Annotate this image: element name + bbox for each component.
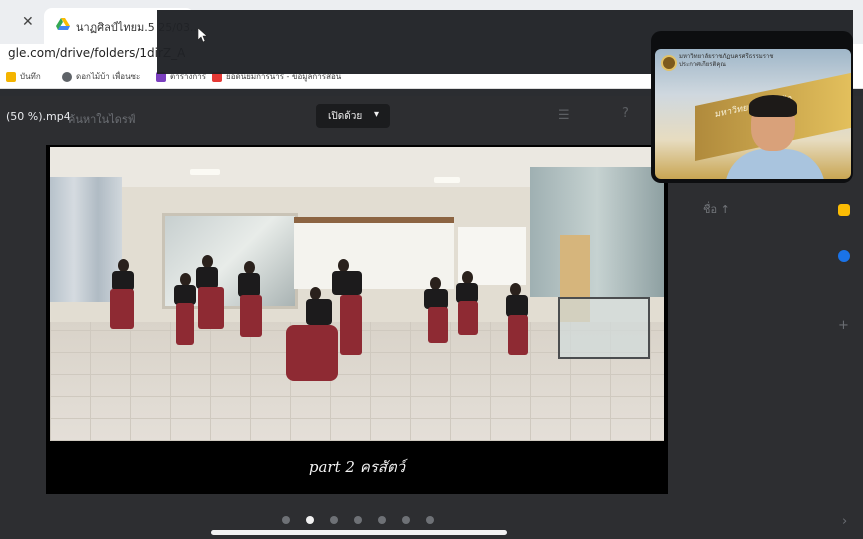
- page-dot[interactable]: [282, 516, 290, 524]
- sort-label: ชื่อ ↑: [703, 203, 730, 216]
- tasks-icon[interactable]: [838, 250, 850, 262]
- page-dot[interactable]: [378, 516, 386, 524]
- keep-icon[interactable]: [838, 204, 850, 216]
- logo-text: มหาวิทยาลัยราชภัฏนครศรีธรรมราช ประกาศเกีย…: [679, 53, 774, 68]
- plus-icon[interactable]: +: [838, 318, 849, 333]
- google-drive-icon: [56, 18, 70, 30]
- page-dot[interactable]: [402, 516, 410, 524]
- open-with-button[interactable]: เปิดด้วย ▾: [316, 104, 390, 128]
- file-name: (50 %).mp4: [6, 110, 71, 123]
- webcam-tile[interactable]: มหาวิทยาลัยราชภัฏ มหาวิทยาลัยราชภัฏนครศร…: [651, 31, 853, 183]
- help-icon[interactable]: ?: [622, 106, 629, 121]
- open-with-label: เปิดด้วย: [328, 111, 363, 122]
- page-dot-active[interactable]: [306, 516, 314, 524]
- video-caption: part 2 ครสัตว์: [308, 458, 406, 476]
- bookmark-item[interactable]: ดอกไม้บ้า เพื่อนซะ: [62, 70, 140, 83]
- page-dot[interactable]: [426, 516, 434, 524]
- chevron-down-icon: ▾: [374, 109, 380, 120]
- video-frame: [50, 147, 664, 441]
- mouse-cursor-icon: [198, 28, 208, 42]
- video-player[interactable]: part 2 ครสัตว์: [46, 145, 668, 494]
- university-logo: [661, 55, 677, 71]
- page-dot[interactable]: [354, 516, 362, 524]
- caption-bar: part 2 ครสัตว์: [46, 441, 668, 494]
- chevron-right-icon[interactable]: ›: [842, 514, 847, 529]
- bookmark-item[interactable]: บันทึก: [6, 70, 41, 83]
- page-dot[interactable]: [330, 516, 338, 524]
- globe-icon: [62, 71, 72, 82]
- search-input[interactable]: ค้นหาในไดรฟ์: [68, 110, 136, 128]
- home-indicator[interactable]: [211, 530, 507, 535]
- close-icon[interactable]: ✕: [22, 14, 34, 30]
- arrow-up-icon[interactable]: ↑: [721, 203, 730, 216]
- list-icon[interactable]: ☰: [558, 108, 570, 123]
- folder-icon: [6, 71, 16, 82]
